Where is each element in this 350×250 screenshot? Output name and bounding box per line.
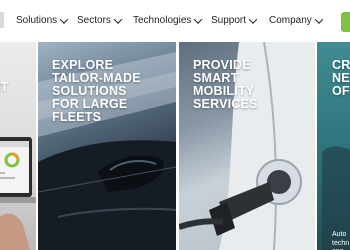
nav-sectors[interactable]: Sectors <box>77 14 123 26</box>
solution-card-1[interactable]: IT <box>0 42 36 250</box>
chevron-down-icon <box>194 14 203 24</box>
solution-card-fleets[interactable]: EXPLORE TAILOR-MADE SOLUTIONS FOR LARGE … <box>38 42 176 250</box>
nav-support-label: Support <box>211 15 247 26</box>
cta-button[interactable] <box>341 12 350 32</box>
nav-technologies[interactable]: Technologies <box>133 14 203 26</box>
chevron-down-icon <box>59 14 69 24</box>
solution-card-mobility[interactable]: PROVIDE SMART MOBILITY SERVICES <box>179 42 315 250</box>
chevron-down-icon <box>314 14 324 24</box>
chevron-down-icon <box>248 14 258 24</box>
top-nav: Solutions Sectors Technologies Support C… <box>0 0 350 42</box>
card-title: EXPLORE TAILOR-MADE SOLUTIONS FOR LARGE … <box>52 58 141 124</box>
nav-sectors-label: Sectors <box>77 15 111 26</box>
nav-technologies-label: Technologies <box>133 15 192 26</box>
nav-solutions[interactable]: Solutions <box>16 14 69 26</box>
card-title: IT <box>0 80 9 94</box>
card-subtitle: Auto techn 350 <box>332 231 350 250</box>
logo[interactable] <box>0 12 4 28</box>
card-title: CR NE OF <box>332 58 350 98</box>
nav-company[interactable]: Company <box>269 14 324 26</box>
nav-solutions-label: Solutions <box>16 15 58 26</box>
card-title: PROVIDE SMART MOBILITY SERVICES <box>193 58 258 111</box>
solution-card-4[interactable]: CR NE OF Auto techn 350 <box>317 42 350 250</box>
nav-company-label: Company <box>269 15 312 26</box>
nav-support[interactable]: Support <box>211 14 258 26</box>
chevron-down-icon <box>113 14 123 24</box>
laptop-dashboard-image <box>0 137 36 250</box>
